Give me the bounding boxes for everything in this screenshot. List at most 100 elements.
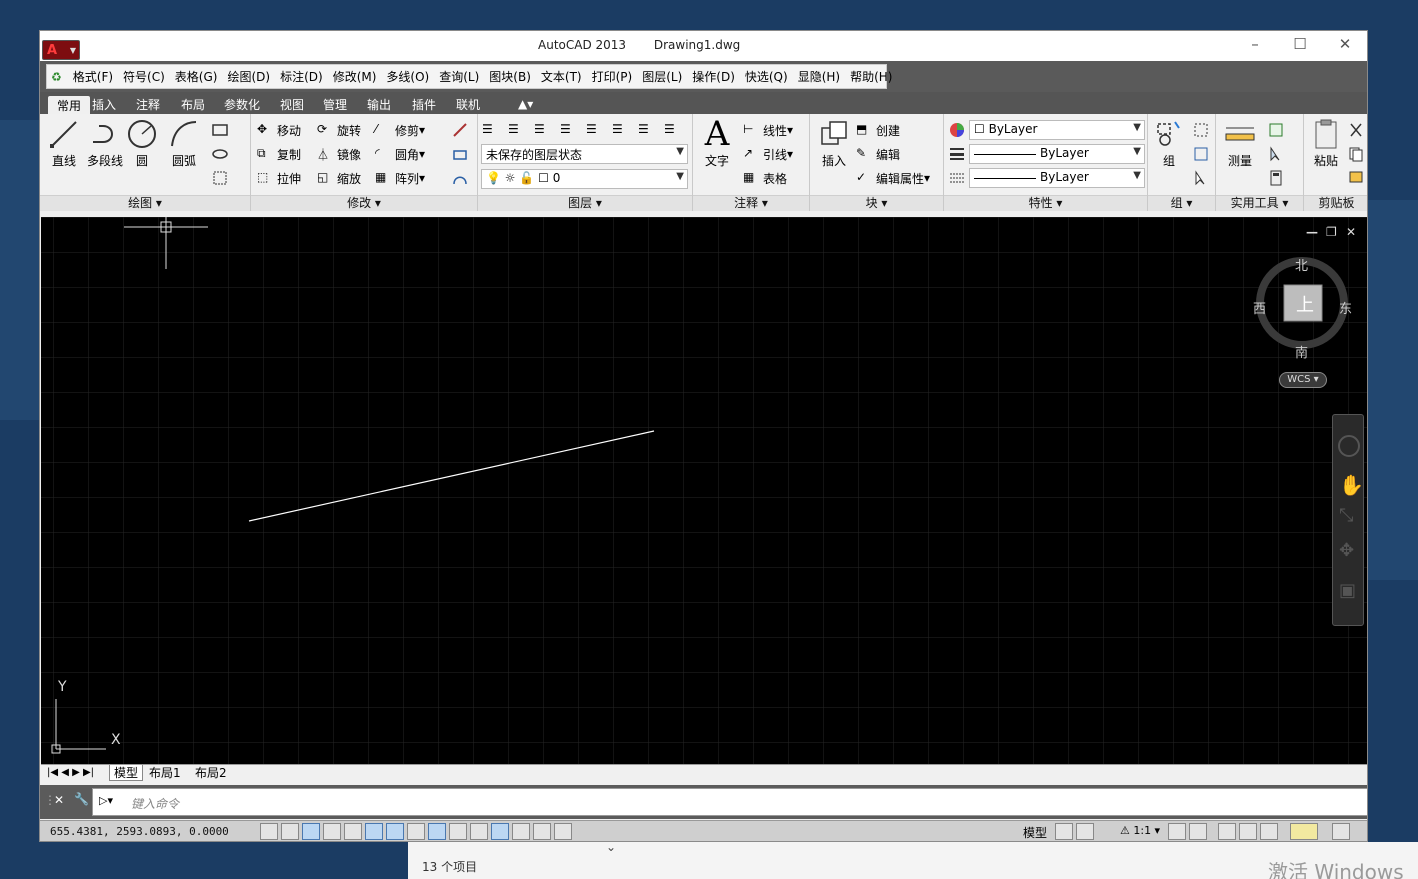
layer-dropdown[interactable]: 💡 ☼ 🔓 ☐ 0 ▼ <box>481 169 688 189</box>
menu-item-11[interactable]: 图层(L) <box>642 68 682 85</box>
annotation-visibility-button[interactable] <box>1168 823 1186 840</box>
application-menu-button[interactable]: A ▼ <box>42 40 80 60</box>
layer-freeze-icon[interactable]: ☰ <box>586 122 602 138</box>
viewport-restore-button[interactable]: ❐ <box>1326 225 1337 239</box>
menu-item-12[interactable]: 操作(D) <box>692 68 735 85</box>
draw-panel-title[interactable]: 绘图 ▾ <box>40 195 250 211</box>
offset-button[interactable] <box>450 168 470 188</box>
minimize-button[interactable]: – <box>1240 35 1270 53</box>
lock-ui-button[interactable] <box>1239 823 1257 840</box>
explode-button[interactable] <box>450 144 470 164</box>
menu-item-10[interactable]: 打印(P) <box>592 68 633 85</box>
text-button[interactable]: A 文字 <box>695 117 739 169</box>
pan-hand-icon[interactable]: ✋ <box>1339 473 1364 497</box>
ribbon-toggle-button[interactable]: ▲▾ <box>516 97 535 115</box>
quick-select-button[interactable] <box>1266 120 1286 140</box>
menu-item-4[interactable]: 标注(D) <box>280 68 323 85</box>
menu-item-6[interactable]: 多线(O) <box>386 68 429 85</box>
express-tools-icon[interactable]: ♻ <box>51 70 62 84</box>
edit-attribute-button[interactable]: ✓ 编辑属性 ▾ <box>856 168 930 188</box>
menu-item-7[interactable]: 查询(L) <box>439 68 479 85</box>
menu-item-1[interactable]: 符号(C) <box>123 68 165 85</box>
compass-east[interactable]: 东 <box>1339 298 1352 317</box>
fillet-button[interactable]: ◜ 圆角 ▾ <box>375 144 425 164</box>
group-panel-title[interactable]: 组 ▾ <box>1148 195 1215 211</box>
dyn-toggle[interactable] <box>449 823 467 840</box>
measure-button[interactable]: 测量 <box>1218 118 1262 169</box>
ungroup-button[interactable] <box>1191 120 1211 140</box>
menu-item-15[interactable]: 帮助(H) <box>850 68 892 85</box>
wrench-icon[interactable]: 🔧 <box>74 792 89 806</box>
chevron-down-icon[interactable]: ⌄ <box>606 840 616 854</box>
tab-8[interactable]: 插件 <box>410 96 438 114</box>
tab-nav-arrows[interactable]: |◀ ◀ ▶ ▶| <box>43 765 98 781</box>
linear-dim-button[interactable]: ⊢ 线性 ▾ <box>743 120 793 140</box>
ellipse-button[interactable] <box>210 144 230 164</box>
compass-north[interactable]: 北 <box>1295 255 1308 274</box>
match-prop-button[interactable] <box>1346 168 1366 188</box>
close-button[interactable]: ✕ <box>1330 35 1360 53</box>
steering-wheel-icon[interactable] <box>1338 435 1360 457</box>
menu-item-5[interactable]: 修改(M) <box>333 68 377 85</box>
modify-panel-title[interactable]: 修改 ▾ <box>251 195 477 211</box>
menu-item-8[interactable]: 图块(B) <box>489 68 531 85</box>
edit-block-button[interactable]: ✎ 编辑 <box>856 144 900 164</box>
tab-6[interactable]: 管理 <box>321 96 349 114</box>
tab-layout2[interactable]: 布局2 <box>191 765 231 781</box>
menu-item-0[interactable]: 格式(F) <box>73 68 113 85</box>
command-prompt-icon[interactable]: ▷▾ <box>99 794 113 807</box>
hardware-accel-button[interactable] <box>1260 823 1278 840</box>
layers-panel-title[interactable]: 图层 ▾ <box>478 195 692 211</box>
model-space-button[interactable]: 模型 <box>1023 824 1047 841</box>
annotation-panel-title[interactable]: 注释 ▾ <box>693 195 809 211</box>
lineweight-toggle[interactable] <box>470 823 488 840</box>
tab-4[interactable]: 参数化 <box>222 96 262 114</box>
stretch-button[interactable]: ⬚ 拉伸 <box>257 168 301 188</box>
workspace-switch-button[interactable] <box>1218 823 1236 840</box>
table-button[interactable]: ▦ 表格 <box>743 168 787 188</box>
layer-properties-icon[interactable]: ☰ <box>482 122 498 138</box>
paste-button[interactable]: 粘贴 <box>1304 118 1348 169</box>
utilities-panel-title[interactable]: 实用工具 ▾ <box>1216 195 1303 211</box>
move-button[interactable]: ✥ 移动 <box>257 120 301 140</box>
auto-scale-button[interactable] <box>1189 823 1207 840</box>
snap-toggle[interactable] <box>281 823 299 840</box>
linetype-button[interactable] <box>947 168 967 188</box>
color-dropdown[interactable]: ☐ ByLayer ▼ <box>969 120 1145 140</box>
tab-1[interactable]: 插入 <box>90 96 118 114</box>
line-button[interactable]: 直线 <box>42 118 86 169</box>
cut-button[interactable] <box>1346 120 1366 140</box>
command-input[interactable]: ▷▾ 键入命令 <box>92 788 1367 816</box>
tab-layout1[interactable]: 布局1 <box>145 765 185 781</box>
tab-0[interactable]: 常用 <box>48 96 91 114</box>
calculator-button[interactable] <box>1266 168 1286 188</box>
tab-9[interactable]: 联机 <box>454 96 482 114</box>
layer-walk-icon[interactable]: ☰ <box>638 122 654 138</box>
hatch-button[interactable] <box>210 168 230 188</box>
lineweight-dropdown[interactable]: ByLayer ▼ <box>969 144 1145 164</box>
otrack-toggle[interactable] <box>407 823 425 840</box>
tab-2[interactable]: 注释 <box>134 96 162 114</box>
annotation-scale[interactable]: ⚠ 1:1 ▾ <box>1120 824 1160 837</box>
layer-isolate-icon[interactable]: ☰ <box>534 122 550 138</box>
wcs-menu-button[interactable]: WCS ▾ <box>1279 372 1327 388</box>
tab-model[interactable]: 模型 <box>109 765 144 781</box>
close-icon[interactable]: ✕ <box>54 793 64 807</box>
showmotion-icon[interactable]: ▣ <box>1339 580 1356 601</box>
quick-view-drawings-button[interactable] <box>1076 823 1094 840</box>
ortho-toggle[interactable] <box>323 823 341 840</box>
tab-7[interactable]: 输出 <box>365 96 393 114</box>
layer-unisolate-icon[interactable]: ☰ <box>560 122 576 138</box>
mirror-button[interactable]: ⏃ 镜像 <box>317 144 361 164</box>
maximize-button[interactable]: ☐ <box>1285 35 1315 53</box>
rectangle-button[interactable] <box>210 120 230 140</box>
arc-button[interactable]: 圆弧 <box>162 118 206 169</box>
match-properties-button[interactable] <box>947 120 967 140</box>
group-edit-button[interactable] <box>1191 144 1211 164</box>
3d-osnap-toggle[interactable] <box>386 823 404 840</box>
lineweight-button[interactable] <box>947 144 967 164</box>
menu-item-13[interactable]: 快选(Q) <box>745 68 788 85</box>
insert-button[interactable]: 插入 <box>812 118 856 169</box>
tab-3[interactable]: 布局 <box>179 96 207 114</box>
clipboard-panel-title[interactable]: 剪贴板 <box>1304 195 1367 211</box>
